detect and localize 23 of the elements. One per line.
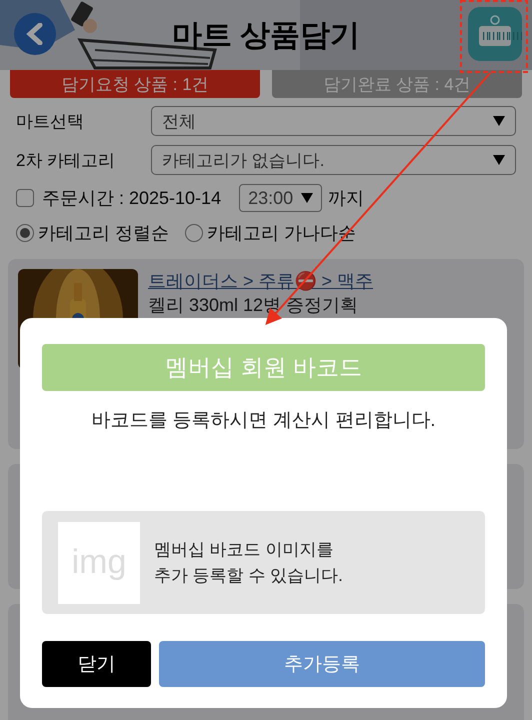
field-label: 마트선택 (16, 110, 85, 132)
order-time-label: 주문시간 : 2025-10-14 (42, 187, 222, 210)
field-label: 2차 카테고리 (16, 150, 116, 172)
until-label: 까지 (328, 187, 364, 210)
time-dropdown[interactable]: 23:00 (239, 184, 322, 212)
chevron-left-icon (25, 23, 45, 45)
radio-button[interactable] (16, 224, 34, 242)
membership-barcode-button[interactable] (468, 7, 522, 61)
upload-hint: 멤버십 바코드 이미지를 추가 등록할 수 있습니다. (154, 538, 343, 586)
register-button[interactable]: 추가등록 (159, 641, 485, 687)
close-button[interactable]: 닫기 (42, 641, 151, 687)
caret-icon (301, 193, 314, 203)
dropdown[interactable]: 카테고리가 없습니다. (151, 145, 516, 175)
page-title: 마트 상품담기 (172, 18, 360, 54)
tab[interactable]: 담기요청 상품 : 1건 (10, 70, 260, 98)
caret-icon (493, 116, 505, 126)
radio-button[interactable] (185, 224, 204, 242)
checkbox[interactable] (16, 189, 34, 207)
dialog-message: 바코드를 등록하시면 계산시 편리합니다. (90, 409, 437, 433)
sort-option[interactable]: 카테고리 정렬순 (16, 221, 170, 245)
caret-icon (493, 155, 505, 165)
dropdown[interactable]: 전체 (151, 106, 516, 136)
dialog-title: 멤버십 회원 바코드 (42, 344, 485, 391)
